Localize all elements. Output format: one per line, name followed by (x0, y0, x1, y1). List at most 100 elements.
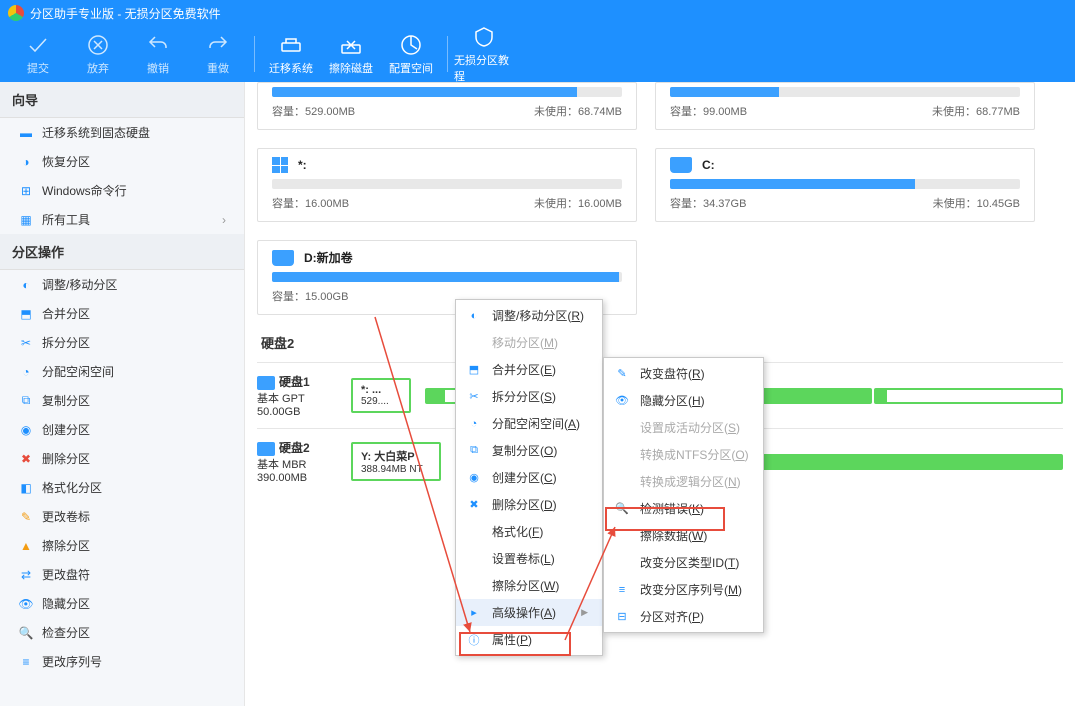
letter-icon: ⇄ (18, 567, 34, 583)
sidebar-hide[interactable]: 👁隐藏分区 (0, 589, 244, 618)
ctx-item-C[interactable]: ◉创建分区(C) (456, 464, 602, 491)
menu-icon: ✖ (466, 497, 482, 513)
menu-icon: 👁 (614, 393, 630, 409)
allocate-space-button[interactable]: 配置空间 (381, 26, 441, 82)
app-logo-icon (8, 5, 24, 21)
ctx-sub-item-K[interactable]: 🔍检测错误(K) (604, 495, 763, 522)
serial-icon: ≡ (18, 654, 34, 670)
menu-icon: ◉ (466, 470, 482, 486)
menu-icon (614, 420, 630, 436)
sidebar-recover-partition[interactable]: ◑恢复分区 (0, 147, 244, 176)
wipe-disk-button[interactable]: 擦除磁盘 (321, 26, 381, 82)
ctx-item-A[interactable]: ◔分配空闲空间(A) (456, 410, 602, 437)
ctx-sub-item-T[interactable]: 改变分区类型ID(T) (604, 549, 763, 576)
sidebar-merge[interactable]: ⬒合并分区 (0, 299, 244, 328)
sidebar-change-label[interactable]: ✎更改卷标 (0, 502, 244, 531)
partition-card[interactable]: 容量：529.00MB未使用：68.74MB (257, 82, 637, 130)
menu-icon: ◔ (466, 416, 482, 432)
sidebar-all-tools[interactable]: ▦所有工具› (0, 205, 244, 234)
wipe-icon: ▲ (18, 538, 34, 554)
resize-icon: ◐ (18, 277, 34, 293)
ctx-sub-item-P[interactable]: ⊟分区对齐(P) (604, 603, 763, 630)
discard-button[interactable]: 放弃 (68, 26, 128, 82)
sidebar-wizard-header: 向导 (0, 82, 244, 118)
context-menu-partition: ◐调整/移动分区(R)移动分区(M)⬒合并分区(E)✂拆分分区(S)◔分配空闲空… (455, 299, 603, 656)
ctx-item-E[interactable]: ⬒合并分区(E) (456, 356, 602, 383)
ctx-item-O[interactable]: ⧉复制分区(O) (456, 437, 602, 464)
hide-icon: 👁 (18, 596, 34, 612)
menu-icon (614, 474, 630, 490)
ctx-sub-item-R[interactable]: ✎改变盘符(R) (604, 360, 763, 387)
sidebar-windows-cmd[interactable]: ⊞Windows命令行 (0, 176, 244, 205)
merge-icon: ⬒ (18, 306, 34, 322)
sidebar-check[interactable]: 🔍检查分区 (0, 618, 244, 647)
ctx-sub-item-H[interactable]: 👁隐藏分区(H) (604, 387, 763, 414)
commit-button[interactable]: 提交 (8, 26, 68, 82)
migrate-os-button[interactable]: 迁移系统 (261, 26, 321, 82)
sidebar-change-serial[interactable]: ≡更改序列号 (0, 647, 244, 676)
undo-button[interactable]: 撤销 (128, 26, 188, 82)
menu-icon (614, 555, 630, 571)
menu-icon: ⬒ (466, 362, 482, 378)
menu-icon: ≡ (614, 582, 630, 598)
menu-icon: 🔍 (614, 501, 630, 517)
menu-icon: ▸ (466, 605, 482, 621)
sidebar-split[interactable]: ✂拆分分区 (0, 328, 244, 357)
disk-icon (257, 442, 275, 456)
sidebar-migrate-ssd[interactable]: ▬迁移系统到固态硬盘 (0, 118, 244, 147)
menu-icon (466, 335, 482, 351)
menu-icon: ⊟ (614, 609, 630, 625)
menu-icon: ⓘ (466, 632, 482, 648)
sidebar-wipe-partition[interactable]: ▲擦除分区 (0, 531, 244, 560)
ctx-item-L[interactable]: 设置卷标(L) (456, 545, 602, 572)
partition-box[interactable]: *: ...529.... (351, 378, 411, 413)
context-submenu-advanced: ✎改变盘符(R)👁隐藏分区(H)设置成活动分区(S)转换成NTFS分区(O)转换… (603, 357, 764, 633)
ctx-sub-item-O[interactable]: 转换成NTFS分区(O) (604, 441, 763, 468)
disk2-title: 硬盘2 (261, 333, 1063, 352)
sidebar-allocate[interactable]: ◔分配空闲空间 (0, 357, 244, 386)
menu-icon (466, 551, 482, 567)
create-icon: ◉ (18, 422, 34, 438)
sidebar: 向导 ▬迁移系统到固态硬盘 ◑恢复分区 ⊞Windows命令行 ▦所有工具› 分… (0, 82, 245, 706)
delete-icon: ✖ (18, 451, 34, 467)
menu-icon: ⧉ (466, 443, 482, 459)
sidebar-resize-move[interactable]: ◐调整/移动分区 (0, 270, 244, 299)
menu-icon: ◐ (466, 308, 482, 324)
menu-icon (614, 528, 630, 544)
ctx-item-S[interactable]: ✂拆分分区(S) (456, 383, 602, 410)
windows-icon (272, 157, 288, 173)
sidebar-change-letter[interactable]: ⇄更改盘符 (0, 560, 244, 589)
split-icon: ✂ (18, 335, 34, 351)
partition-card[interactable]: 容量：99.00MB未使用：68.77MB (655, 82, 1035, 130)
menu-icon: ✎ (614, 366, 630, 382)
ctx-sub-item-S[interactable]: 设置成活动分区(S) (604, 414, 763, 441)
windows-icon: ⊞ (18, 183, 34, 199)
partition-box[interactable]: Y: 大白菜P388.94MB NT (351, 442, 441, 481)
sidebar-create[interactable]: ◉创建分区 (0, 415, 244, 444)
menu-icon (466, 578, 482, 594)
drive-icon: ▬ (18, 125, 34, 141)
label-icon: ✎ (18, 509, 34, 525)
sidebar-delete[interactable]: ✖删除分区 (0, 444, 244, 473)
tutorial-button[interactable]: 无损分区教程 (454, 26, 514, 82)
ctx-item-W[interactable]: 擦除分区(W) (456, 572, 602, 599)
ctx-item-F[interactable]: 格式化(F) (456, 518, 602, 545)
ctx-item-D[interactable]: ✖删除分区(D) (456, 491, 602, 518)
ctx-item-P[interactable]: ⓘ属性(P) (456, 626, 602, 653)
sidebar-copy[interactable]: ⧉复制分区 (0, 386, 244, 415)
menu-icon (614, 447, 630, 463)
check-icon: 🔍 (18, 625, 34, 641)
ctx-sub-item-M[interactable]: ≡改变分区序列号(M) (604, 576, 763, 603)
redo-button[interactable]: 重做 (188, 26, 248, 82)
partition-card-star[interactable]: *: 容量：16.00MB未使用：16.00MB (257, 148, 637, 222)
ctx-sub-item-N[interactable]: 转换成逻辑分区(N) (604, 468, 763, 495)
ctx-item-R[interactable]: ◐调整/移动分区(R) (456, 302, 602, 329)
partition-card-c[interactable]: C: 容量：34.37GB未使用：10.45GB (655, 148, 1035, 222)
ctx-item-A[interactable]: ▸高级操作(A)▶ (456, 599, 602, 626)
disk-icon (257, 376, 275, 390)
ctx-sub-item-W[interactable]: 擦除数据(W) (604, 522, 763, 549)
ctx-item-M[interactable]: 移动分区(M) (456, 329, 602, 356)
allocate-icon: ◔ (18, 364, 34, 380)
sidebar-format[interactable]: ◧格式化分区 (0, 473, 244, 502)
menu-icon (466, 524, 482, 540)
